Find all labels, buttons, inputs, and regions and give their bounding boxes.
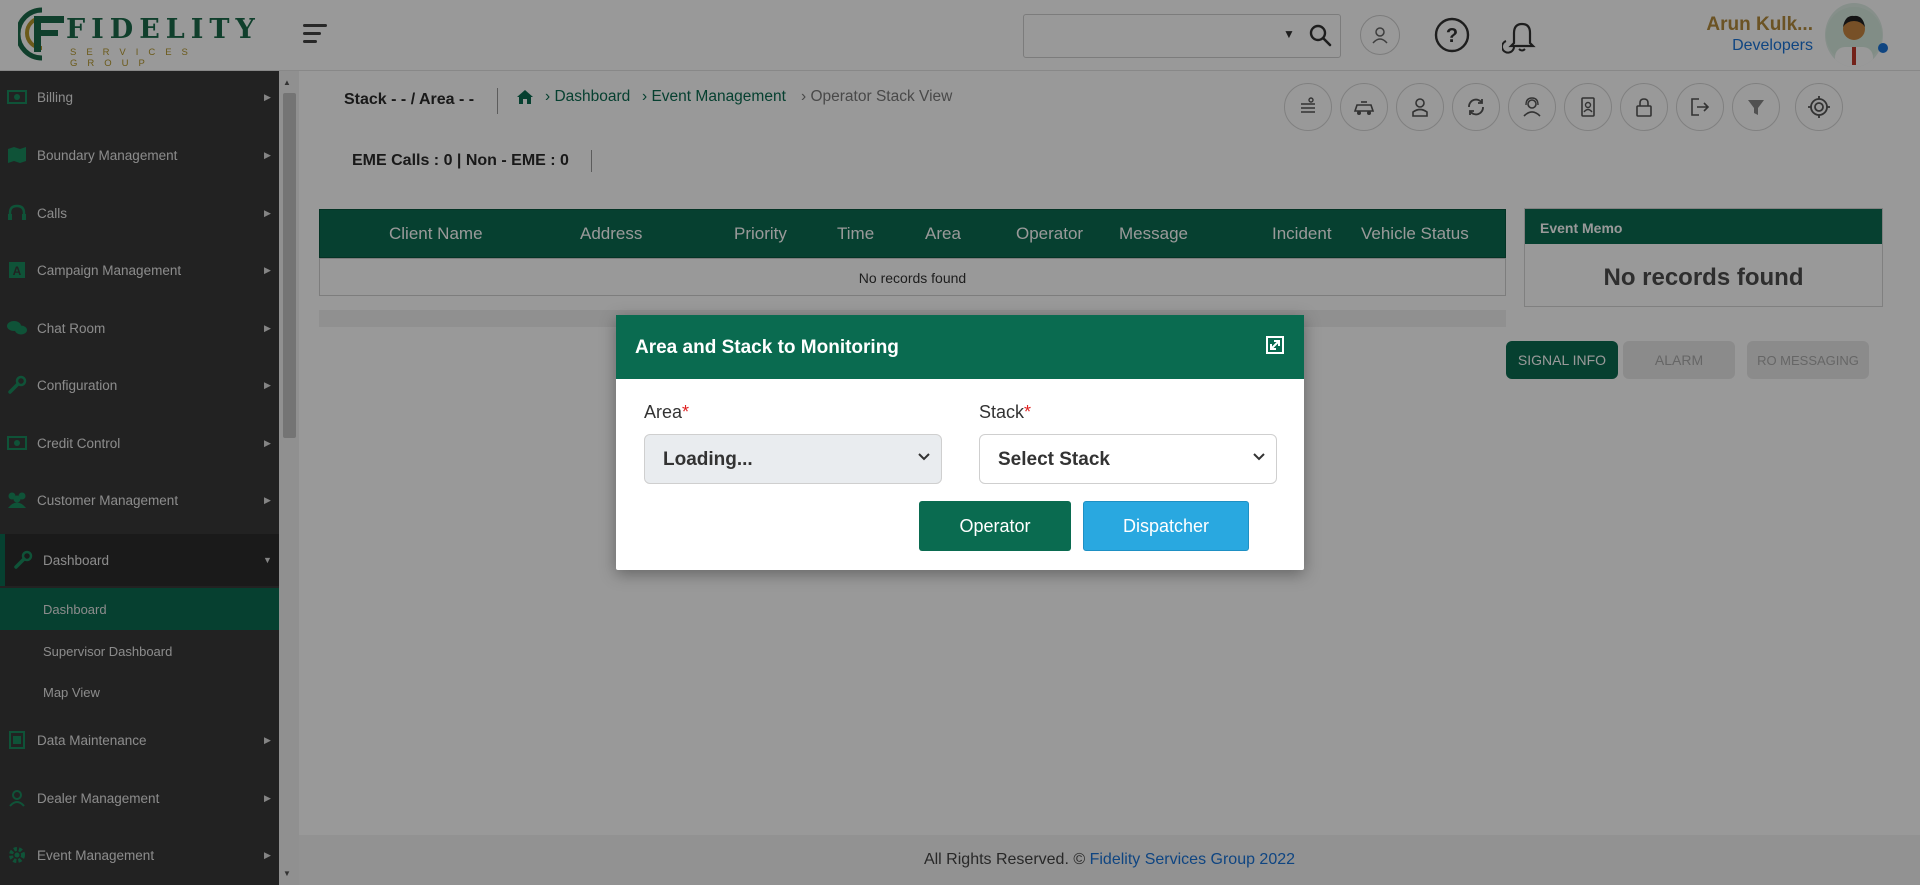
stack-select[interactable]: Select Stack (979, 434, 1277, 484)
modal-header: Area and Stack to Monitoring (616, 315, 1304, 379)
area-select[interactable]: Loading... (644, 434, 942, 484)
area-select-value: Loading... (663, 449, 753, 470)
stack-label: Stack* (979, 402, 1031, 423)
area-label-text: Area (644, 402, 683, 422)
modal-title: Area and Stack to Monitoring (635, 337, 899, 358)
stack-select-value: Select Stack (998, 449, 1110, 470)
operator-button[interactable]: Operator (919, 501, 1071, 551)
expand-icon[interactable] (1266, 336, 1284, 354)
area-stack-modal: Area and Stack to Monitoring Area* Loadi… (616, 315, 1304, 570)
required-mark: * (682, 402, 690, 422)
required-mark: * (1024, 402, 1032, 422)
dispatcher-button[interactable]: Dispatcher (1083, 501, 1249, 551)
chevron-down-icon (918, 453, 930, 461)
area-label: Area* (644, 402, 689, 423)
stack-label-text: Stack (979, 402, 1025, 422)
chevron-down-icon (1253, 453, 1265, 461)
